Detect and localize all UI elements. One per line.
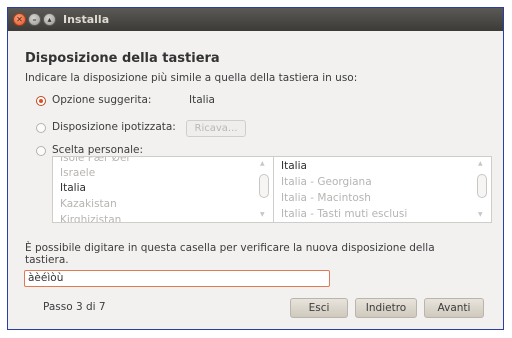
list-item[interactable]: Italia - Georgiana [281,176,372,188]
step-indicator: Passo 3 di 7 [43,301,106,313]
page-description: Indicare la disposizione più simile a qu… [25,72,358,84]
variant-list-scrollbar[interactable]: ▲ ▼ [474,157,491,222]
guessed-option-radio[interactable] [36,123,46,133]
list-item-selected[interactable]: Italia [281,160,307,172]
list-item-selected[interactable]: Italia [60,182,86,194]
suggested-option-label[interactable]: Opzione suggerita: [52,94,151,106]
suggested-option-radio[interactable] [36,96,46,106]
test-input[interactable]: àèéìòù [24,270,330,287]
maximize-icon[interactable]: ▴ [43,13,56,26]
page-title: Disposizione della tastiera [25,51,220,66]
guessed-option-label[interactable]: Disposizione ipotizzata: [52,121,176,133]
close-icon[interactable]: ✕ [13,13,26,26]
installer-window: ✕ – ▴ Installa Disposizione della tastie… [7,7,504,330]
minimize-icon[interactable]: – [28,13,41,26]
scroll-down-icon[interactable]: ▼ [478,211,483,218]
scroll-thumb[interactable] [259,174,269,198]
scroll-thumb[interactable] [477,174,487,198]
list-item[interactable]: Isole Fær Øer [60,157,131,164]
scroll-down-icon[interactable]: ▼ [260,211,265,218]
custom-option-radio[interactable] [36,146,46,156]
forward-button[interactable]: Avanti [424,298,484,318]
list-item[interactable]: Italia - Macintosh [281,192,371,204]
test-hint: È possibile digitare in questa casella p… [25,242,435,266]
list-item[interactable]: Israele [60,167,95,179]
layout-list-scrollbar[interactable]: ▲ ▼ [256,157,273,222]
list-item[interactable]: Kazakistan [60,198,117,210]
custom-option-label[interactable]: Scelta personale: [52,144,143,156]
variant-list[interactable]: Italia Italia - Georgiana Italia - Macin… [273,156,492,223]
scroll-up-icon[interactable]: ▲ [260,160,265,167]
quit-button[interactable]: Esci [290,298,348,318]
list-item[interactable]: Italia - Tasti muti esclusi [281,208,407,220]
detect-layout-button[interactable]: Ricava... [186,120,246,137]
scroll-up-icon[interactable]: ▲ [478,160,483,167]
back-button[interactable]: Indietro [355,298,417,318]
list-item[interactable]: Kirghizistan [60,214,121,222]
suggested-option-value: Italia [189,94,215,106]
title-bar[interactable]: ✕ – ▴ Installa [8,8,503,31]
window-title: Installa [63,13,110,26]
layout-list[interactable]: Isole Fær Øer Israele Italia Kazakistan … [52,156,274,223]
